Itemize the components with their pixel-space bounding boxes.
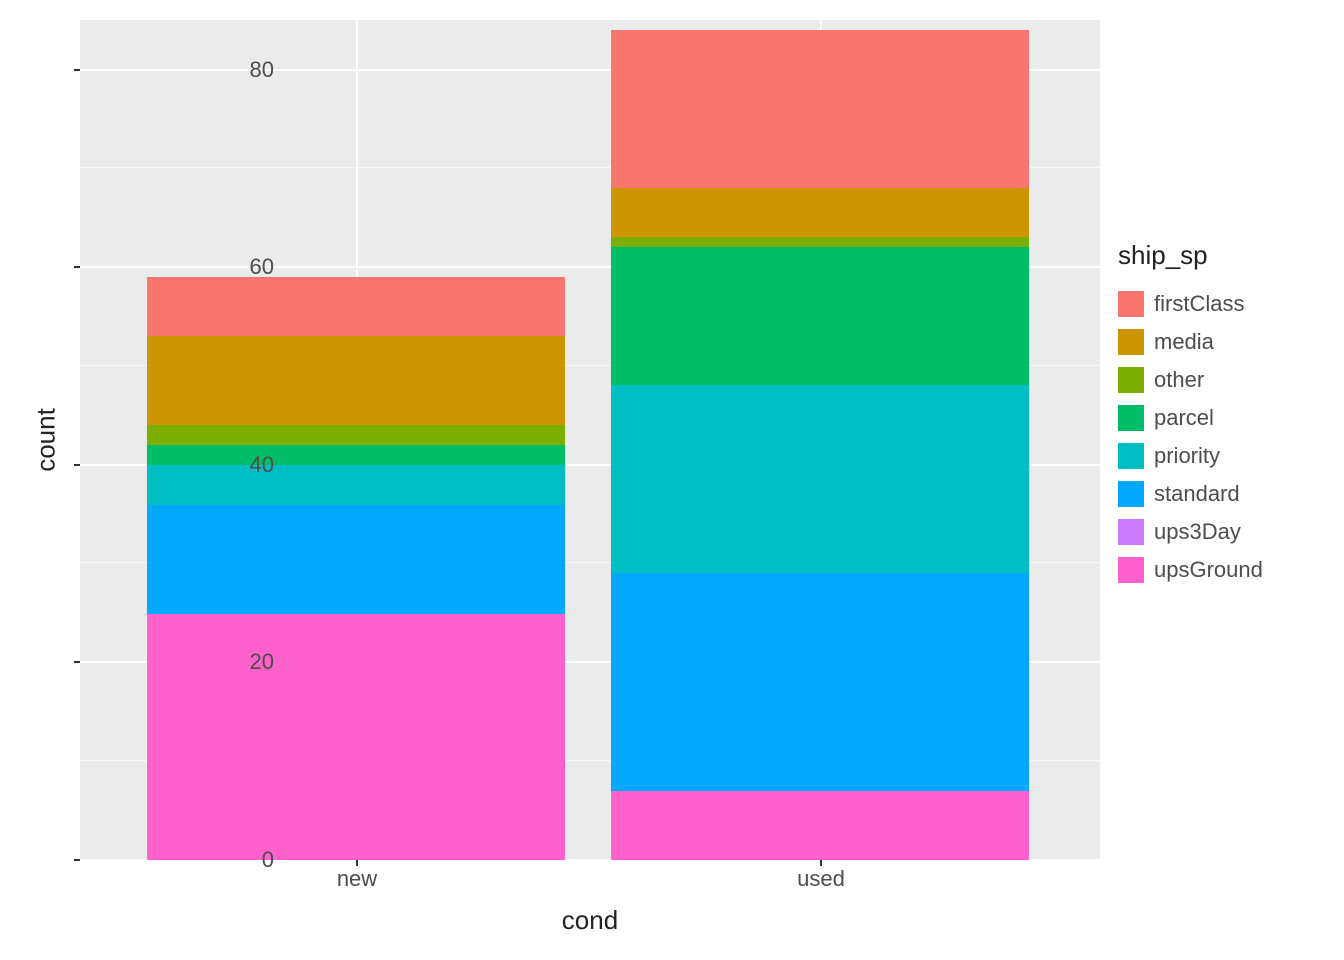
swatch-parcel [1118, 405, 1144, 431]
y-tick-mark [74, 661, 80, 663]
seg-priority [611, 385, 1029, 573]
legend: ship_sp firstClass media other parcel pr… [1118, 240, 1263, 589]
x-tick-label: used [797, 866, 845, 892]
swatch-other [1118, 367, 1144, 393]
seg-standard [611, 573, 1029, 791]
seg-media [611, 188, 1029, 237]
x-axis-label: cond [562, 905, 618, 936]
y-tick-mark [74, 859, 80, 861]
seg-upsGround [611, 791, 1029, 860]
swatch-standard [1118, 481, 1144, 507]
legend-label: other [1154, 367, 1204, 393]
legend-label: parcel [1154, 405, 1214, 431]
legend-item-upsGround: upsGround [1118, 551, 1263, 589]
y-tick-label: 80 [234, 57, 274, 83]
legend-label: priority [1154, 443, 1220, 469]
swatch-priority [1118, 443, 1144, 469]
legend-item-parcel: parcel [1118, 399, 1263, 437]
seg-firstClass [147, 277, 565, 336]
swatch-ups3Day [1118, 519, 1144, 545]
legend-item-other: other [1118, 361, 1263, 399]
y-tick-label: 60 [234, 254, 274, 280]
legend-item-media: media [1118, 323, 1263, 361]
legend-label: upsGround [1154, 557, 1263, 583]
seg-other [147, 425, 565, 445]
bar-new [147, 277, 565, 860]
y-tick-label: 20 [234, 649, 274, 675]
legend-item-ups3Day: ups3Day [1118, 513, 1263, 551]
seg-upsGround [147, 614, 565, 860]
legend-label: media [1154, 329, 1214, 355]
seg-firstClass [611, 30, 1029, 188]
legend-label: firstClass [1154, 291, 1244, 317]
swatch-firstClass [1118, 291, 1144, 317]
swatch-upsGround [1118, 557, 1144, 583]
y-tick-mark [74, 266, 80, 268]
legend-item-standard: standard [1118, 475, 1263, 513]
seg-parcel [611, 247, 1029, 385]
seg-other [611, 237, 1029, 247]
swatch-media [1118, 329, 1144, 355]
legend-item-priority: priority [1118, 437, 1263, 475]
y-tick-label: 40 [234, 452, 274, 478]
chart-canvas: 0 20 40 60 80 new used count cond ship_s… [0, 0, 1344, 960]
legend-label: standard [1154, 481, 1240, 507]
seg-priority [147, 465, 565, 505]
legend-title: ship_sp [1118, 240, 1263, 271]
legend-item-firstClass: firstClass [1118, 285, 1263, 323]
legend-label: ups3Day [1154, 519, 1241, 545]
seg-parcel [147, 445, 565, 465]
seg-media [147, 336, 565, 425]
y-tick-mark [74, 69, 80, 71]
x-tick-label: new [337, 866, 377, 892]
plot-panel [80, 20, 1100, 860]
seg-standard [147, 505, 565, 614]
y-tick-mark [74, 464, 80, 466]
bar-used [611, 30, 1029, 860]
y-tick-label: 0 [234, 847, 274, 873]
y-axis-label: count [30, 408, 61, 472]
